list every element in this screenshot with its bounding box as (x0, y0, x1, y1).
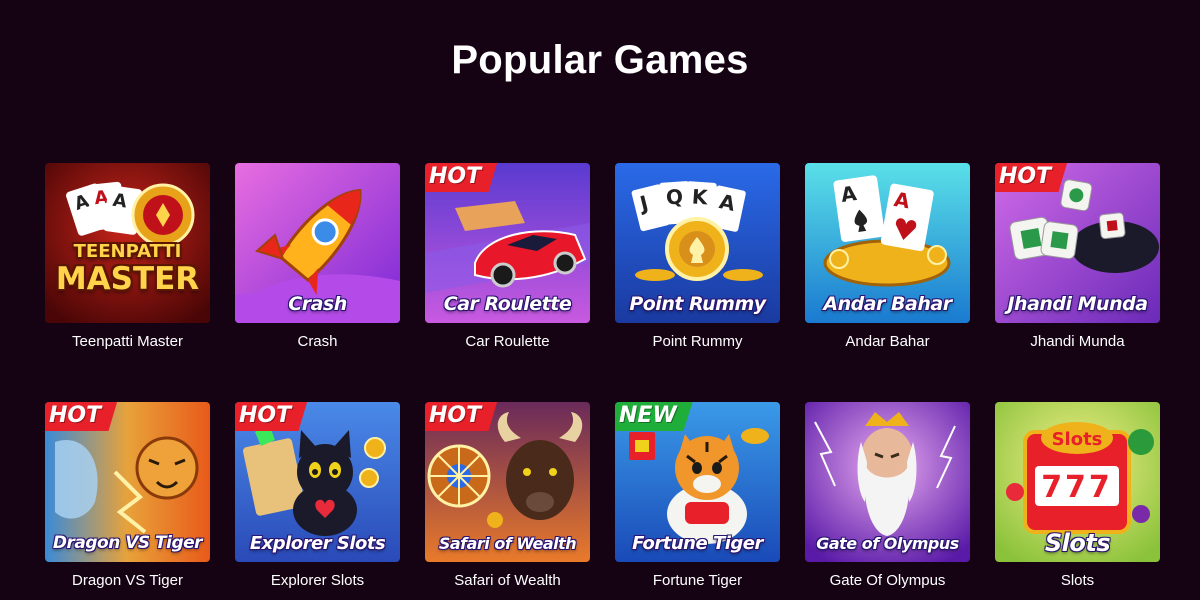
games-grid: A A A TEENPATTI MASTER Teenpatti Master (45, 163, 1160, 589)
hot-badge: HOT (995, 163, 1068, 192)
game-card-point-rummy[interactable]: J Q K A Point Rummy Point Rummy (615, 163, 780, 350)
slots-sign: Slots (1052, 429, 1103, 450)
game-card-crash[interactable]: Crash Crash (235, 163, 400, 350)
game-thumbnail[interactable]: NEW Fortune Tiger (615, 402, 780, 562)
new-badge: NEW (615, 402, 693, 431)
game-label[interactable]: Fortune Tiger (615, 572, 780, 589)
game-card-explorer-slots[interactable]: HOT Explorer Slots Explorer Slots (235, 402, 400, 589)
hot-badge: HOT (425, 402, 498, 431)
game-thumbnail[interactable]: Gate of Olympus (805, 402, 970, 562)
game-label[interactable]: Crash (235, 333, 400, 350)
logo-line-2: MASTER (55, 261, 200, 297)
game-thumbnail[interactable]: HOT Jhandi Munda (995, 163, 1160, 323)
game-card-slots[interactable]: Slots 777 Slots Slots (995, 402, 1160, 589)
game-label[interactable]: Slots (995, 572, 1160, 589)
game-card-andar-bahar[interactable]: A A Andar Bahar Andar Bahar (805, 163, 970, 350)
game-banner: Explorer Slots (249, 532, 386, 554)
game-thumbnail[interactable]: A A Andar Bahar (805, 163, 970, 323)
game-card-fortune-tiger[interactable]: NEW Fortune Tiger Fortune Tiger (615, 402, 780, 589)
game-thumbnail[interactable]: HOT Car Roulette (425, 163, 590, 323)
card-rank: Q (665, 184, 684, 209)
game-thumbnail[interactable]: HOT Dragon VS Tiger (45, 402, 210, 562)
game-label[interactable]: Andar Bahar (805, 333, 970, 350)
games-row: A A A TEENPATTI MASTER Teenpatti Master (45, 163, 1160, 350)
game-banner: Dragon VS Tiger (52, 533, 203, 553)
svg-text:A: A (111, 190, 128, 213)
game-thumbnail[interactable]: Slots 777 Slots (995, 402, 1160, 562)
game-label[interactable]: Safari of Wealth (425, 572, 590, 589)
game-banner: Jhandi Munda (1007, 293, 1148, 315)
game-label[interactable]: Jhandi Munda (995, 333, 1160, 350)
game-banner: Fortune Tiger (632, 532, 763, 554)
game-thumbnail[interactable]: J Q K A Point Rummy (615, 163, 780, 323)
game-label[interactable]: Explorer Slots (235, 572, 400, 589)
game-card-gate-of-olympus[interactable]: Gate of Olympus Gate Of Olympus (805, 402, 970, 589)
game-banner: Car Roulette (443, 293, 572, 315)
game-banner: Point Rummy (629, 293, 766, 315)
slot-reels: 777 (1041, 470, 1113, 505)
game-card-dragon-vs-tiger[interactable]: HOT Dragon VS Tiger Dragon VS Tiger (45, 402, 210, 589)
game-thumbnail[interactable]: A A A TEENPATTI MASTER (45, 163, 210, 323)
game-label[interactable]: Point Rummy (615, 333, 780, 350)
games-row: HOT Dragon VS Tiger Dragon VS Tiger HOT … (45, 402, 1160, 589)
game-thumbnail[interactable]: Crash (235, 163, 400, 323)
game-label[interactable]: Dragon VS Tiger (45, 572, 210, 589)
game-label[interactable]: Car Roulette (425, 333, 590, 350)
game-banner: Gate of Olympus (816, 533, 959, 553)
game-banner: Slots (1044, 529, 1111, 557)
hot-badge: HOT (235, 402, 308, 431)
logo-line-1: TEENPATTI (73, 241, 182, 262)
game-thumbnail[interactable]: HOT Explorer Slots (235, 402, 400, 562)
game-banner: Safari of Wealth (438, 533, 577, 553)
game-card-teenpatti-master[interactable]: A A A TEENPATTI MASTER Teenpatti Master (45, 163, 210, 350)
game-banner: Crash (288, 293, 347, 315)
game-label[interactable]: Gate Of Olympus (805, 572, 970, 589)
game-card-safari-of-wealth[interactable]: HOT Safari of Wealth Safari of Wealth (425, 402, 590, 589)
game-card-car-roulette[interactable]: HOT Car Roulette Car Roulette (425, 163, 590, 350)
game-thumbnail[interactable]: HOT Safari of Wealth (425, 402, 590, 562)
game-banner: Andar Bahar (823, 293, 952, 315)
game-card-jhandi-munda[interactable]: HOT Jhandi Munda Jhandi Munda (995, 163, 1160, 350)
page-title: Popular Games (451, 38, 749, 82)
hot-badge: HOT (45, 402, 118, 431)
game-label[interactable]: Teenpatti Master (45, 333, 210, 350)
hot-badge: HOT (425, 163, 498, 192)
